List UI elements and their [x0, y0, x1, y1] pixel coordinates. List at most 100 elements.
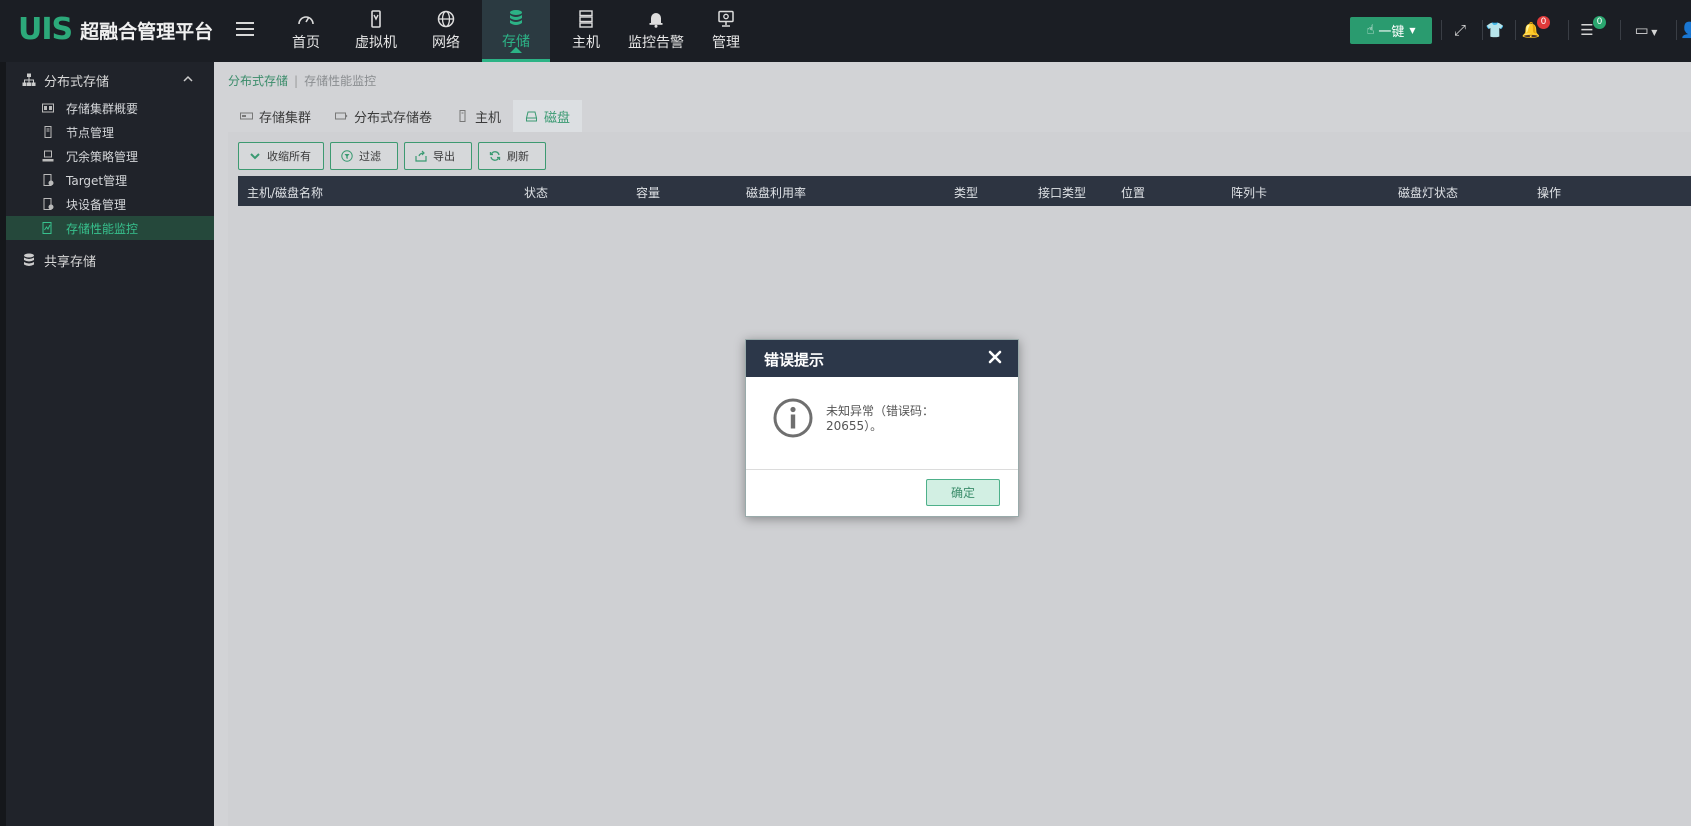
onekey-button[interactable]: ☝ 一键 ▼ [1350, 17, 1432, 44]
database-icon [510, 9, 522, 25]
fullscreen-icon[interactable]: ⤢ [1450, 20, 1470, 40]
sidebar-item-cluster-overview[interactable]: 存储集群概要 [6, 96, 214, 120]
column-header-interface[interactable]: 接口类型 [1038, 184, 1086, 201]
tab-label: 主机 [475, 110, 502, 126]
app-logo[interactable]: UIS 超融合管理平台 [18, 14, 213, 46]
nav-monitor-alarm[interactable]: 监控告警 [622, 0, 690, 62]
divider [1515, 20, 1516, 40]
nav-label: 首页 [292, 35, 320, 51]
task-list-icon[interactable]: ☰ 0 [1577, 16, 1606, 40]
breadcrumb-parent[interactable]: 分布式存储 [228, 74, 288, 88]
performance-icon [42, 222, 52, 234]
nav-host[interactable]: 主机 [552, 0, 620, 62]
column-header-location[interactable]: 位置 [1121, 184, 1145, 201]
divider [1482, 20, 1483, 40]
export-label: 导出 [433, 150, 455, 163]
sidebar-group-label: 共享存储 [44, 254, 97, 270]
host-icon [459, 110, 466, 122]
chevron-down-icon [250, 153, 260, 160]
column-header-utilization[interactable]: 磁盘利用率 [746, 184, 806, 201]
vm-icon [371, 10, 381, 28]
database-icon [24, 253, 34, 266]
menu-toggle-icon[interactable] [236, 22, 254, 36]
sidebar-item-label: 冗余策略管理 [66, 149, 139, 164]
breadcrumb-separator: | [294, 74, 299, 88]
info-icon [773, 398, 813, 438]
column-header-capacity[interactable]: 容量 [636, 184, 660, 201]
chevron-up-icon [183, 75, 193, 82]
nav-label: 管理 [712, 35, 740, 51]
bell-icon [649, 13, 663, 28]
sidebar-group-distributed-storage[interactable]: 分布式存储 [6, 64, 214, 96]
monitor-icon [718, 10, 734, 27]
column-header-name[interactable]: 主机/磁盘名称 [247, 184, 323, 201]
close-icon[interactable] [988, 350, 1002, 364]
window-menu-icon[interactable]: ▭ ▼ [1631, 20, 1661, 40]
column-header-led-status[interactable]: 磁盘灯状态 [1398, 184, 1458, 201]
tab-label: 存储集群 [259, 110, 312, 126]
user-icon[interactable]: 👤 [1680, 20, 1691, 40]
task-badge: 0 [1593, 16, 1606, 29]
collapse-all-button[interactable]: 收缩所有 [238, 142, 324, 170]
tab-bar: 存储集群 分布式存储卷 主机 磁盘 [228, 100, 583, 132]
sidebar-group-shared-storage[interactable]: 共享存储 [6, 244, 214, 276]
logo-mark: UIS [18, 12, 73, 47]
column-header-raid-card[interactable]: 阵列卡 [1231, 184, 1267, 201]
dialog-body: 未知异常（错误码：20655）。 [746, 377, 1018, 470]
nav-label: 虚拟机 [355, 35, 397, 51]
app-title: 超融合管理平台 [80, 20, 214, 43]
server-icon [579, 10, 593, 28]
column-header-status[interactable]: 状态 [524, 184, 548, 201]
sidebar-group-label: 分布式存储 [44, 74, 110, 90]
nav-manage[interactable]: 管理 [692, 0, 760, 62]
collapse-all-label: 收缩所有 [267, 150, 311, 163]
tab-distributed-volume[interactable]: 分布式存储卷 [323, 100, 444, 132]
ok-button[interactable]: 确定 [926, 479, 1000, 506]
column-header-actions[interactable]: 操作 [1537, 184, 1561, 201]
sidebar-item-label: 存储性能监控 [66, 221, 139, 236]
breadcrumb-current: 存储性能监控 [304, 74, 377, 88]
sidebar-item-node-management[interactable]: 节点管理 [6, 120, 214, 144]
dialog-header: 错误提示 [746, 340, 1018, 377]
main-nav: 首页 虚拟机 网络 存储 主机 监控告警 管理 [272, 0, 762, 62]
sidebar-item-redundancy-policy[interactable]: 冗余策略管理 [6, 144, 214, 168]
hand-pointer-icon: ☝ [1366, 23, 1375, 38]
nav-label: 主机 [572, 35, 600, 51]
sidebar-item-performance-monitor[interactable]: 存储性能监控 [6, 216, 214, 240]
column-header-type[interactable]: 类型 [954, 184, 978, 201]
nav-storage[interactable]: 存储 [482, 0, 550, 62]
export-button[interactable]: 导出 [404, 142, 472, 170]
cluster-icon [42, 103, 54, 113]
sidebar-item-label: 存储集群概要 [66, 101, 139, 116]
tab-storage-cluster[interactable]: 存储集群 [228, 100, 323, 132]
sitemap-icon [22, 73, 36, 86]
globe-icon [437, 10, 455, 28]
divider [1620, 20, 1621, 40]
sidebar-item-target-management[interactable]: Target管理 [6, 168, 214, 192]
block-device-icon [43, 198, 54, 210]
tab-disk[interactable]: 磁盘 [513, 100, 583, 132]
toolbar: 收缩所有 过滤 导出 刷新 [238, 142, 552, 170]
sidebar-item-block-device[interactable]: 块设备管理 [6, 192, 214, 216]
filter-button[interactable]: 过滤 [330, 142, 398, 170]
tab-label: 分布式存储卷 [354, 110, 433, 126]
nav-label: 存储 [502, 33, 530, 50]
nav-home[interactable]: 首页 [272, 0, 340, 62]
refresh-label: 刷新 [507, 150, 529, 163]
nav-network[interactable]: 网络 [412, 0, 480, 62]
notification-bell-icon[interactable]: 🔔 0 [1521, 16, 1550, 40]
tab-host[interactable]: 主机 [444, 100, 513, 132]
nav-vm[interactable]: 虚拟机 [342, 0, 410, 62]
refresh-button[interactable]: 刷新 [478, 142, 546, 170]
filter-label: 过滤 [359, 150, 381, 163]
volume-icon [335, 112, 348, 120]
error-message: 未知异常（错误码：20655）。 [826, 404, 935, 433]
nav-label: 网络 [432, 35, 460, 51]
divider [1441, 20, 1442, 40]
filter-icon [341, 150, 353, 162]
tshirt-icon[interactable]: 👕 [1485, 20, 1505, 40]
caret-down-icon: ▼ [1409, 26, 1416, 35]
dashboard-icon [298, 16, 314, 25]
sidebar-item-label: Target管理 [66, 173, 128, 188]
sidebar: 分布式存储 存储集群概要 节点管理 冗余策略管理 Target管理 块设备管理 … [0, 62, 214, 826]
